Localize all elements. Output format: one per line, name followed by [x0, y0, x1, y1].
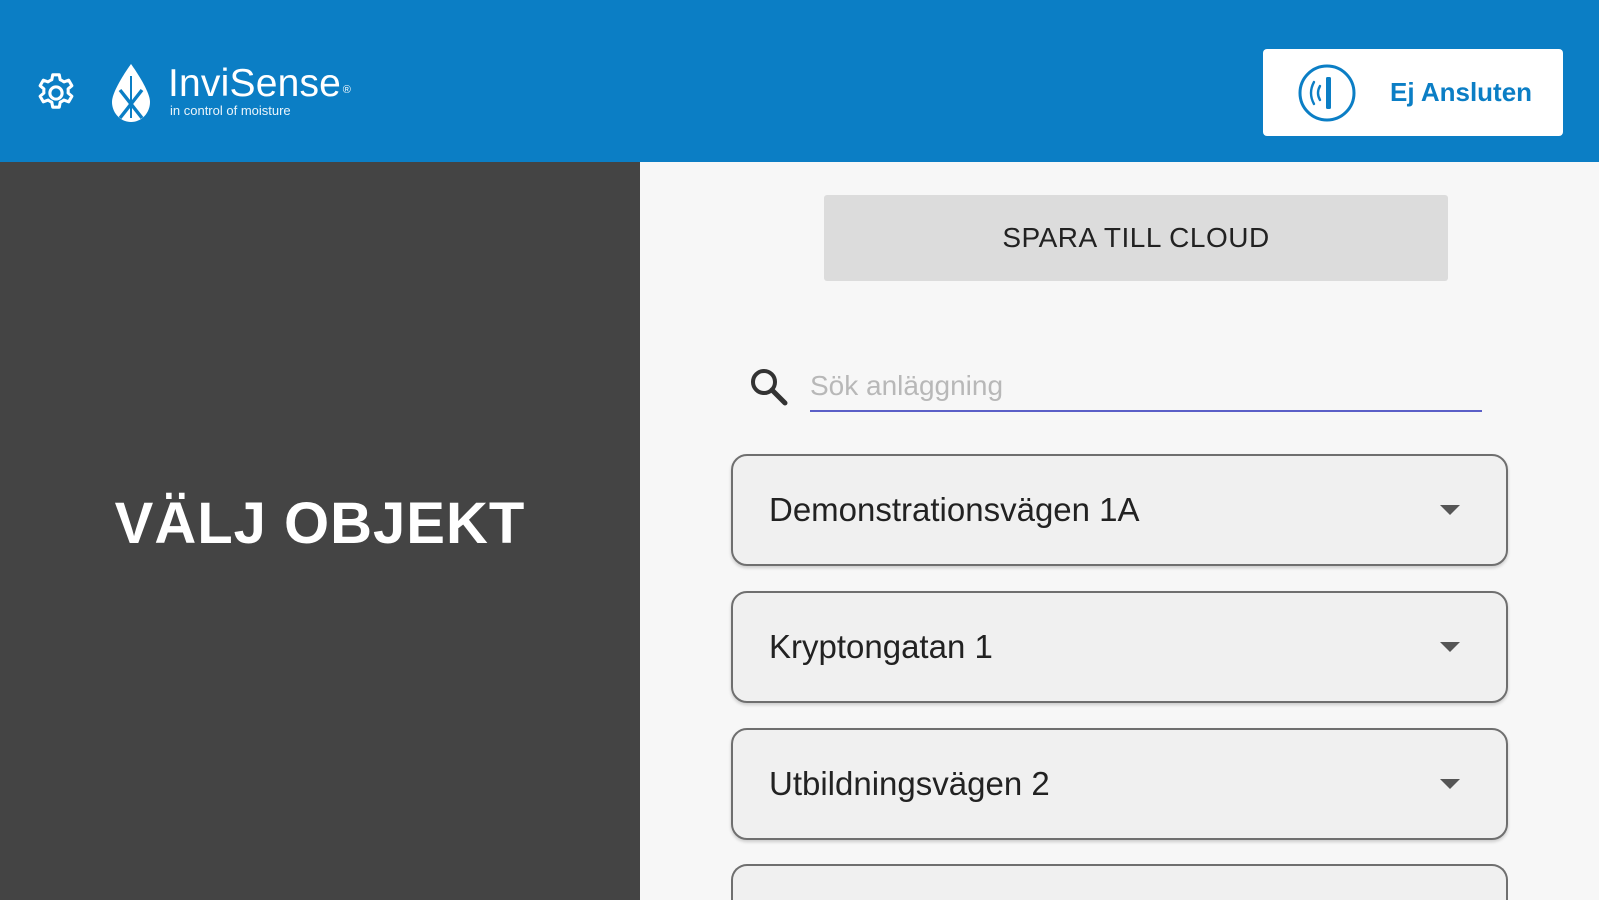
search-icon	[751, 369, 788, 406]
chevron-down-icon	[1440, 505, 1460, 515]
chevron-down-icon	[1440, 642, 1460, 652]
site-select-label: Demonstrationsvägen 1A	[769, 491, 1140, 528]
search-input[interactable]	[810, 362, 1482, 412]
site-select-label: Kryptongatan 1	[769, 628, 993, 665]
site-select-item-partial[interactable]	[731, 864, 1508, 900]
invisense-logo: InviSense ® in control of moisture	[108, 62, 351, 126]
logo-registered-mark: ®	[342, 84, 352, 96]
logo-name: InviSense	[168, 62, 342, 105]
sensor-signal-icon	[1298, 64, 1356, 121]
logo-wordmark: InviSense ®	[168, 62, 351, 106]
app-header: InviSense ® in control of moisture Ej An…	[0, 0, 1599, 162]
site-select-item[interactable]: Kryptongatan 1	[731, 591, 1508, 703]
page-title: VÄLJ OBJEKT	[114, 491, 526, 556]
logo-text: InviSense ® in control of moisture	[168, 62, 351, 118]
connection-status-button[interactable]: Ej Ansluten	[1263, 49, 1563, 136]
drop-logo-icon	[112, 64, 150, 122]
site-select-item[interactable]: Utbildningsvägen 2	[731, 728, 1508, 840]
chevron-down-icon	[1440, 779, 1460, 789]
save-to-cloud-button[interactable]: SPARA TILL CLOUD	[824, 195, 1448, 281]
left-panel: VÄLJ OBJEKT	[0, 162, 640, 900]
site-select-item[interactable]: Demonstrationsvägen 1A	[731, 454, 1508, 566]
connection-status-label: Ej Ansluten	[1390, 77, 1533, 107]
site-select-label: Utbildningsvägen 2	[769, 765, 1050, 802]
logo-tagline: in control of moisture	[170, 103, 291, 118]
gear-icon[interactable]	[33, 70, 79, 116]
